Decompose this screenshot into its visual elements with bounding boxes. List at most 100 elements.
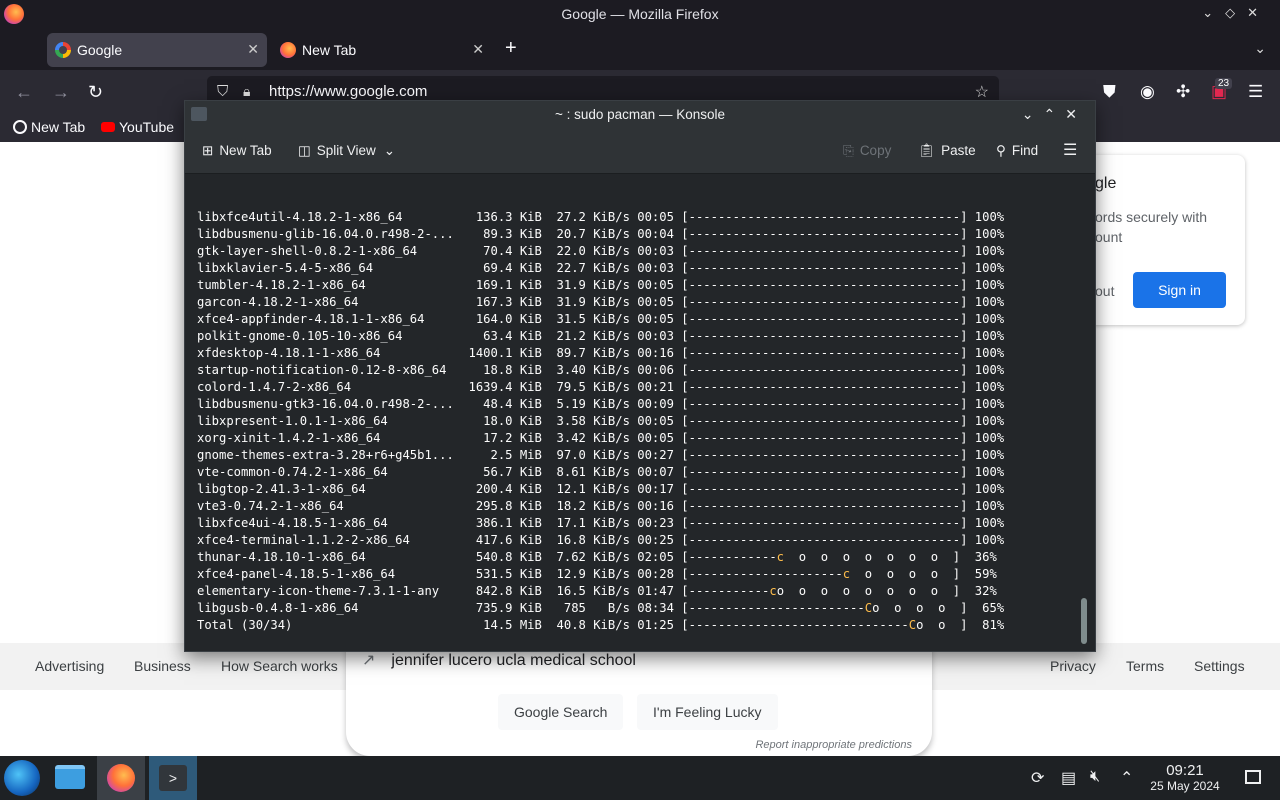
terminal-line: libdbusmenu-gtk3-16.04.0.r498-2-... 48.4… bbox=[197, 397, 1005, 411]
konsole-title: ~ : sudo pacman — Konsole bbox=[555, 107, 725, 122]
terminal-line: tumbler-4.18.2-1-x86_64 169.1 KiB 31.9 K… bbox=[197, 278, 1005, 292]
clock-time: 09:21 bbox=[1166, 762, 1204, 779]
volume-muted-icon[interactable]: 🔇︎ bbox=[1090, 768, 1100, 786]
konsole-toolbar: ⊞ New Tab ◫ Split View ⌄ ⎘ Copy 📋︎ Paste ⚲ Fin… bbox=[185, 129, 1095, 174]
close-icon[interactable]: ✕ bbox=[1065, 106, 1087, 122]
footer-settings-link[interactable]: Settings bbox=[1194, 658, 1245, 674]
window-controls[interactable]: ⌄◇✕ bbox=[1202, 5, 1270, 21]
terminal-output[interactable]: libxfce4util-4.18.2-1-x86_64 136.3 KiB 2… bbox=[185, 174, 1095, 651]
stay-signed-out-link[interactable]: out bbox=[1095, 283, 1114, 299]
minimize-icon[interactable]: ⌄ bbox=[1022, 106, 1044, 122]
taskbar-firefox[interactable] bbox=[97, 756, 145, 800]
paste-icon: 📋︎ bbox=[918, 143, 936, 158]
terminal-line: libgusb-0.4.8-1-x86_64 735.9 KiB 785 B/s… bbox=[197, 601, 1005, 615]
show-desktop-icon[interactable] bbox=[1245, 770, 1261, 784]
clock[interactable]: 09:21 25 May 2024 bbox=[1140, 762, 1230, 793]
terminal-line: libxfce4ui-4.18.5-1-x86_64 386.1 KiB 17.… bbox=[197, 516, 1005, 530]
addon-count-badge: 23 bbox=[1215, 78, 1233, 89]
taskbar-file-manager[interactable] bbox=[46, 756, 94, 800]
terminal-line: xfdesktop-4.18.1-1-x86_64 1400.1 KiB 89.… bbox=[197, 346, 1005, 360]
forward-arrow-icon[interactable]: → bbox=[52, 82, 70, 103]
paste-button[interactable]: 📋︎ Paste bbox=[918, 143, 976, 159]
footer-privacy-link[interactable]: Privacy bbox=[1050, 658, 1096, 674]
footer-advertising-link[interactable]: Advertising bbox=[35, 658, 104, 674]
terminal-line: colord-1.4.7-2-x86_64 1639.4 KiB 79.5 Ki… bbox=[197, 380, 1005, 394]
firefox-icon bbox=[107, 764, 135, 792]
tab-close-icon[interactable]: ✕ bbox=[472, 41, 484, 58]
tracking-shield-icon[interactable]: ⛉ bbox=[217, 83, 228, 100]
google-search-button[interactable]: Google Search bbox=[498, 694, 624, 730]
tray-expand-icon[interactable]: ⌃ bbox=[1120, 768, 1133, 788]
back-arrow-icon[interactable]: ← bbox=[15, 82, 33, 103]
terminal-line: garcon-4.18.2-1-x86_64 167.3 KiB 31.9 Ki… bbox=[197, 295, 1005, 309]
footer-how-search-works-link[interactable]: How Search works bbox=[221, 658, 338, 674]
taskbar: > ⟳ ▤ 🔇︎ ⌃ 09:21 25 May 2024 bbox=[0, 756, 1280, 800]
firefox-favicon-icon bbox=[280, 42, 296, 58]
bookmark-new-tab[interactable]: New Tab bbox=[13, 119, 85, 135]
window-title: Google — Mozilla Firefox bbox=[561, 6, 719, 22]
tab-label: Google bbox=[77, 42, 123, 58]
footer-business-link[interactable]: Business bbox=[134, 658, 191, 674]
hamburger-menu-icon[interactable]: ☰ bbox=[1063, 140, 1077, 160]
tab-new-tab[interactable]: New Tab ✕ bbox=[272, 33, 492, 67]
terminal-scrollbar[interactable] bbox=[1081, 174, 1089, 651]
terminal-line: gnome-themes-extra-3.28+r6+g45b1... 2.5 … bbox=[197, 448, 1005, 462]
report-predictions-link[interactable]: Report inappropriate predictions bbox=[755, 739, 912, 751]
sign-in-button[interactable]: Sign in bbox=[1133, 272, 1226, 308]
hamburger-menu-icon[interactable]: ☰ bbox=[1248, 82, 1263, 102]
pacman-progress-glyph: C bbox=[864, 601, 873, 615]
new-tab-plus-icon[interactable]: + bbox=[505, 37, 517, 60]
copy-button[interactable]: ⎘ Copy bbox=[843, 143, 891, 159]
signin-card-description: ords securely with ount bbox=[1095, 209, 1208, 245]
terminal-line: xfce4-panel-4.18.5-1-x86_64 531.5 KiB 12… bbox=[197, 567, 997, 581]
maximize-icon[interactable]: ◇ bbox=[1225, 5, 1247, 20]
maximize-icon[interactable]: ⌃ bbox=[1044, 106, 1066, 122]
search-icon: ⚲ bbox=[996, 143, 1006, 158]
bookmark-star-icon[interactable]: ☆ bbox=[975, 82, 989, 102]
paste-label: Paste bbox=[941, 143, 976, 158]
konsole-titlebar[interactable]: ~ : sudo pacman — Konsole ⌄⌃✕ bbox=[185, 101, 1095, 129]
minimize-icon[interactable]: ⌄ bbox=[1202, 5, 1225, 20]
account-icon[interactable]: ◉ bbox=[1140, 82, 1155, 102]
extensions-icon[interactable]: ✣ bbox=[1176, 82, 1190, 102]
bookmark-label: YouTube bbox=[119, 119, 175, 135]
bookmark-youtube[interactable]: YouTube bbox=[101, 119, 174, 135]
new-tab-icon: ⊞ bbox=[202, 143, 214, 158]
footer-terms-link[interactable]: Terms bbox=[1126, 658, 1164, 674]
trending-icon: ↗ bbox=[362, 652, 376, 669]
reload-icon[interactable]: ↻ bbox=[88, 82, 103, 103]
suggestion-item[interactable]: ↗ jennifer lucero ucla medical school bbox=[362, 650, 636, 670]
tab-google[interactable]: Google ✕ bbox=[47, 33, 267, 67]
find-button[interactable]: ⚲ Find bbox=[996, 143, 1038, 159]
pacman-progress-glyph: c bbox=[769, 584, 777, 598]
close-icon[interactable]: ✕ bbox=[1247, 5, 1270, 20]
terminal-line: xfce4-terminal-1.1.2-2-x86_64 417.6 KiB … bbox=[197, 533, 1005, 547]
clipboard-icon[interactable]: ▤ bbox=[1061, 768, 1076, 788]
terminal-line: libdbusmenu-glib-16.04.0.r498-2-... 89.3… bbox=[197, 227, 1005, 241]
split-view-button[interactable]: ◫ Split View ⌄ bbox=[298, 143, 395, 159]
chevron-down-icon[interactable]: ⌄ bbox=[384, 143, 395, 158]
suggestion-text[interactable]: jennifer lucero ucla medical school bbox=[391, 652, 636, 669]
tab-close-icon[interactable]: ✕ bbox=[247, 41, 259, 58]
url-text[interactable]: https://www.google.com bbox=[269, 83, 427, 100]
terminal-line: libxfce4util-4.18.2-1-x86_64 136.3 KiB 2… bbox=[197, 210, 1005, 224]
folder-icon bbox=[55, 765, 85, 789]
taskbar-konsole[interactable]: > bbox=[149, 756, 197, 800]
update-notifier-icon[interactable]: ⟳ bbox=[1031, 768, 1044, 788]
feeling-lucky-button[interactable]: I'm Feeling Lucky bbox=[637, 694, 778, 730]
start-menu-icon[interactable] bbox=[4, 760, 40, 796]
konsole-window-controls[interactable]: ⌄⌃✕ bbox=[1022, 106, 1087, 123]
pocket-icon[interactable]: ⛊ bbox=[1103, 82, 1116, 102]
google-favicon-icon bbox=[55, 42, 71, 58]
new-tab-button[interactable]: ⊞ New Tab bbox=[202, 143, 272, 159]
list-all-tabs-icon[interactable]: ⌄ bbox=[1254, 40, 1266, 57]
konsole-window: ~ : sudo pacman — Konsole ⌄⌃✕ ⊞ New Tab ◫… bbox=[184, 100, 1096, 652]
terminal-line: thunar-4.18.10-1-x86_64 540.8 KiB 7.62 K… bbox=[197, 550, 997, 564]
lock-icon[interactable]: 🔒︎ bbox=[243, 83, 250, 100]
pacman-progress-glyph: c bbox=[776, 550, 785, 564]
terminal-line: xfce4-appfinder-4.18.1-1-x86_64 164.0 Ki… bbox=[197, 312, 1005, 326]
scrollbar-thumb[interactable] bbox=[1081, 598, 1087, 644]
find-label: Find bbox=[1011, 143, 1039, 158]
terminal-line: startup-notification-0.12-8-x86_64 18.8 … bbox=[197, 363, 1005, 377]
bookmark-label: New Tab bbox=[31, 119, 86, 135]
